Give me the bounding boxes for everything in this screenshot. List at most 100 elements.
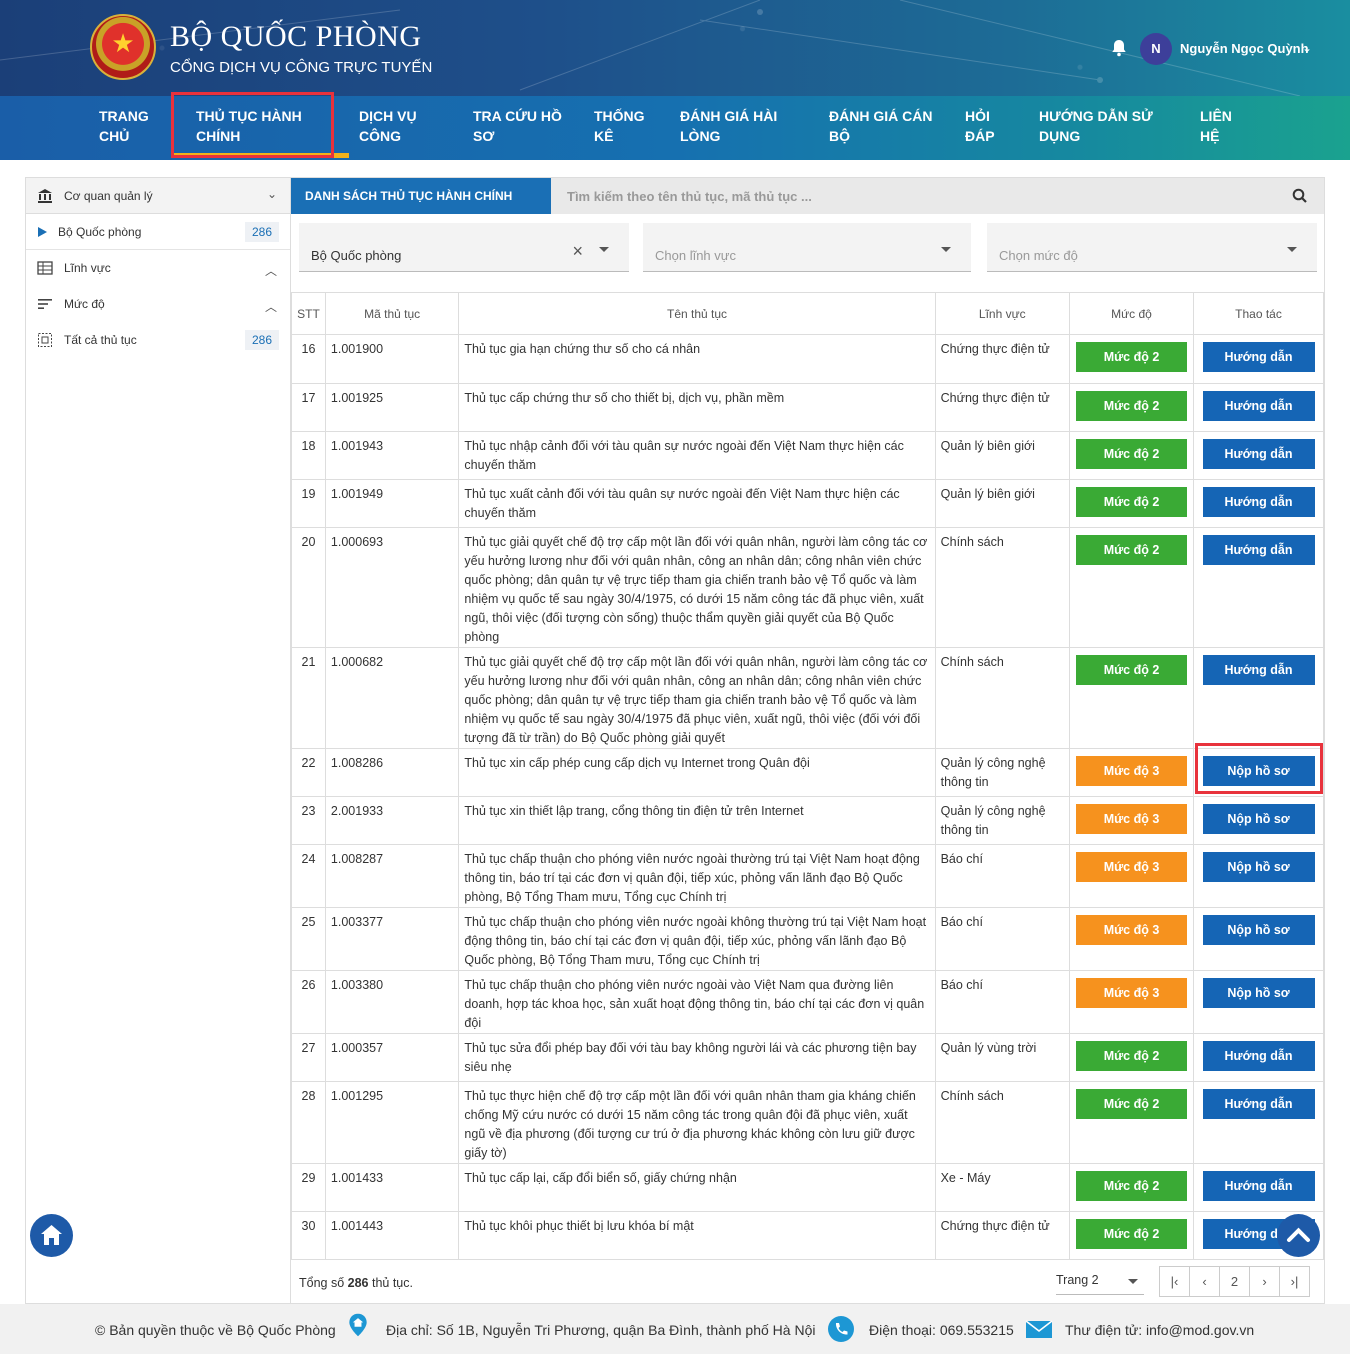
- close-icon[interactable]: ×: [572, 241, 583, 262]
- scroll-top-button[interactable]: [1277, 1214, 1320, 1257]
- submit-application-button[interactable]: Nộp hồ sơ: [1202, 915, 1315, 945]
- guide-button[interactable]: Hướng dẫn: [1202, 1041, 1315, 1071]
- chevron-up-icon[interactable]: ︿: [265, 262, 277, 279]
- row-level-cell: Mức độ 2: [1069, 1081, 1194, 1164]
- level-badge-button[interactable]: Mức độ 3: [1076, 804, 1187, 834]
- nav-staff-review[interactable]: ĐÁNH GIÁ CÁN BỘ: [829, 106, 932, 146]
- caret-down-icon[interactable]: [941, 247, 951, 252]
- nav-user-guide[interactable]: HƯỚNG DẪN SỬ DỤNG: [1039, 106, 1153, 146]
- sidebar-agency-header[interactable]: Cơ quan quản lý ⌄: [26, 178, 291, 214]
- row-level-cell: Mức độ 3: [1069, 844, 1194, 908]
- chevron-up-icon[interactable]: ︿: [265, 298, 277, 315]
- grid-icon: [37, 261, 53, 275]
- row-stt: 27: [291, 1033, 326, 1082]
- search-icon[interactable]: [1291, 187, 1309, 205]
- guide-button[interactable]: Hướng dẫn: [1202, 655, 1315, 685]
- level-badge-button[interactable]: Mức độ 3: [1076, 978, 1187, 1008]
- agency-select[interactable]: Bộ Quốc phòng ×: [299, 223, 629, 272]
- level-badge-button[interactable]: Mức độ 2: [1076, 1041, 1187, 1071]
- level-badge-button[interactable]: Mức độ 2: [1076, 439, 1187, 469]
- submit-application-button[interactable]: Nộp hồ sơ: [1202, 804, 1315, 834]
- home-button[interactable]: [30, 1214, 73, 1257]
- sidebar-item-bo-quoc-phong[interactable]: Bộ Quốc phòng 286: [26, 214, 291, 250]
- row-name: Thủ tục gia hạn chứng thư số cho cá nhân: [458, 334, 936, 384]
- row-name: Thủ tục cấp chứng thư số cho thiết bị, d…: [458, 383, 936, 432]
- nav-statistics[interactable]: THỐNG KÊ: [594, 106, 645, 146]
- level-badge-button[interactable]: Mức độ 2: [1076, 655, 1187, 685]
- table-row: 29 1.001433 Thủ tục cấp lại, cấp đổi biển …: [291, 1163, 1324, 1212]
- row-name: Thủ tục xuất cảnh đối với tàu quân sự nư…: [458, 479, 936, 528]
- chevron-down-icon[interactable]: ⌄: [267, 187, 277, 201]
- site-footer: © Bản quyền thuộc về Bộ Quốc Phòng Địa c…: [0, 1304, 1350, 1354]
- guide-button[interactable]: Hướng dẫn: [1202, 439, 1315, 469]
- row-level-cell: Mức độ 2: [1069, 334, 1194, 384]
- guide-button[interactable]: Hướng dẫn: [1202, 535, 1315, 565]
- next-page-button[interactable]: ›: [1249, 1266, 1280, 1297]
- row-code: 1.000682: [324, 647, 460, 749]
- nav-contact[interactable]: LIÊN HỆ: [1200, 106, 1232, 146]
- site-title[interactable]: BỘ QUỐC PHÒNG: [170, 20, 422, 54]
- level-badge-button[interactable]: Mức độ 2: [1076, 487, 1187, 517]
- row-stt: 23: [291, 796, 326, 845]
- level-badge-button[interactable]: Mức độ 2: [1076, 391, 1187, 421]
- level-badge-button[interactable]: Mức độ 2: [1076, 1171, 1187, 1201]
- row-stt: 18: [291, 431, 326, 480]
- sidebar-item-label: Tất cả thủ tục: [64, 333, 137, 347]
- national-emblem-logo[interactable]: ★: [90, 14, 156, 80]
- row-name: Thủ tục xin cấp phép cung cấp dịch vụ In…: [458, 748, 936, 797]
- row-level-cell: Mức độ 2: [1069, 1033, 1194, 1082]
- nav-satisfaction-review[interactable]: ĐÁNH GIÁ HÀI LÒNG: [680, 106, 777, 146]
- row-level-cell: Mức độ 2: [1069, 527, 1194, 648]
- count-badge: 286: [245, 222, 279, 242]
- row-name: Thủ tục chấp thuận cho phóng viên nước n…: [458, 970, 936, 1034]
- nav-public-services[interactable]: DỊCH VỤ CÔNG: [359, 106, 417, 146]
- total-count-text: Tổng số 286 thủ tục.: [299, 1276, 413, 1290]
- level-badge-button[interactable]: Mức độ 3: [1076, 756, 1187, 786]
- guide-button[interactable]: Hướng dẫn: [1202, 487, 1315, 517]
- level-badge-button[interactable]: Mức độ 3: [1076, 915, 1187, 945]
- page-select[interactable]: Trang 2: [1056, 1271, 1144, 1295]
- prev-page-button[interactable]: ‹: [1189, 1266, 1220, 1297]
- guide-button[interactable]: Hướng dẫn: [1202, 1171, 1315, 1201]
- sidebar-level-header[interactable]: Mức độ ︿: [26, 286, 291, 322]
- level-badge-button[interactable]: Mức độ 2: [1076, 1089, 1187, 1119]
- level-badge-button[interactable]: Mức độ 2: [1076, 1219, 1187, 1249]
- caret-down-icon[interactable]: [1287, 247, 1297, 252]
- column-header-field: Lĩnh vực: [934, 292, 1071, 335]
- page-number-button[interactable]: 2: [1219, 1266, 1250, 1297]
- pagination: |‹ ‹ 2 › ›|: [1159, 1266, 1310, 1297]
- level-badge-button[interactable]: Mức độ 3: [1076, 852, 1187, 882]
- search-input[interactable]: [567, 186, 1267, 206]
- nav-home[interactable]: TRANG CHỦ: [99, 106, 149, 146]
- table-row: 22 1.008286 Thủ tục xin cấp phép cung cấp …: [291, 748, 1324, 797]
- mail-icon: [1025, 1320, 1053, 1338]
- submit-application-button[interactable]: Nộp hồ sơ: [1202, 852, 1315, 882]
- sidebar-item-all[interactable]: Tất cả thủ tục 286: [26, 322, 291, 358]
- chevron-down-icon[interactable]: ⌄: [1302, 41, 1312, 55]
- nav-faq[interactable]: HỎI ĐÁP: [965, 106, 995, 146]
- avatar[interactable]: N: [1140, 33, 1172, 65]
- level-badge-button[interactable]: Mức độ 2: [1076, 342, 1187, 372]
- sidebar-field-header[interactable]: Lĩnh vực ︿: [26, 250, 291, 286]
- bell-icon[interactable]: [1109, 38, 1129, 58]
- row-field: Quản lý công nghệ thông tin: [934, 748, 1071, 797]
- field-select[interactable]: Chọn lĩnh vực: [643, 223, 971, 272]
- table-row: 19 1.001949 Thủ tục xuất cảnh đối với tàu …: [291, 479, 1324, 528]
- caret-down-icon[interactable]: [599, 247, 609, 252]
- caret-down-icon[interactable]: [1128, 1279, 1138, 1284]
- nav-lookup-records[interactable]: TRA CỨU HỒ SƠ: [473, 106, 562, 146]
- level-select[interactable]: Chọn mức độ: [987, 223, 1317, 272]
- guide-button[interactable]: Hướng dẫn: [1202, 391, 1315, 421]
- last-page-button[interactable]: ›|: [1279, 1266, 1310, 1297]
- first-page-button[interactable]: |‹: [1159, 1266, 1190, 1297]
- bank-icon: [38, 189, 52, 203]
- user-name[interactable]: Nguyễn Ngọc Quỳnh: [1180, 41, 1309, 56]
- tab-procedure-list[interactable]: DANH SÁCH THỦ TỤC HÀNH CHÍNH: [291, 178, 551, 214]
- row-name: Thủ tục chấp thuận cho phóng viên nước n…: [458, 907, 936, 971]
- row-field: Chính sách: [934, 647, 1071, 749]
- submit-application-button[interactable]: Nộp hồ sơ: [1202, 978, 1315, 1008]
- total-count: 286: [347, 1276, 369, 1290]
- level-badge-button[interactable]: Mức độ 2: [1076, 535, 1187, 565]
- guide-button[interactable]: Hướng dẫn: [1202, 342, 1315, 372]
- guide-button[interactable]: Hướng dẫn: [1202, 1089, 1315, 1119]
